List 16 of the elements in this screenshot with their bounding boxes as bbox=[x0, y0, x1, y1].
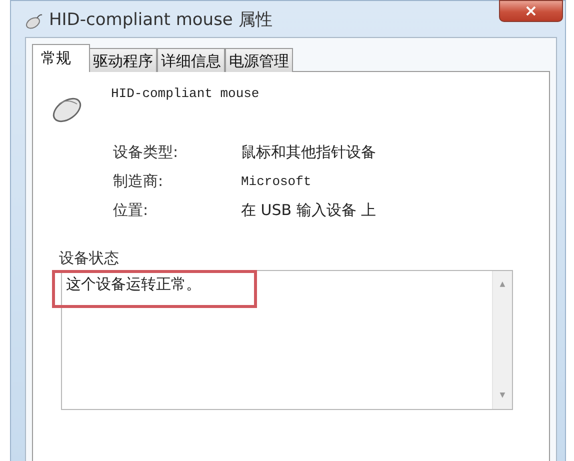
property-label: 位置: bbox=[113, 200, 150, 222]
tab[interactable]: 详细信息 bbox=[157, 48, 225, 72]
close-button[interactable]: × bbox=[499, 0, 563, 22]
tab[interactable]: 常规 bbox=[32, 44, 90, 72]
device-name: HID-compliant mouse bbox=[111, 85, 260, 103]
property-label: 制造商: bbox=[113, 171, 164, 192]
property-value: Microsoft bbox=[241, 172, 312, 191]
tab[interactable]: 电源管理 bbox=[225, 48, 293, 72]
property-value: 鼠标和其他指针设备 bbox=[241, 142, 376, 164]
status-text: 这个设备运转正常。 bbox=[66, 274, 201, 292]
property-value: 在 USB 输入设备 上 bbox=[241, 200, 376, 222]
window-title: HID-compliant mouse 属性 bbox=[49, 9, 272, 32]
tab[interactable]: 驱动程序 bbox=[89, 48, 157, 72]
mouse-icon bbox=[25, 13, 43, 29]
property-label: 设备类型: bbox=[113, 142, 180, 164]
group-title: 设备状态 bbox=[59, 248, 120, 269]
